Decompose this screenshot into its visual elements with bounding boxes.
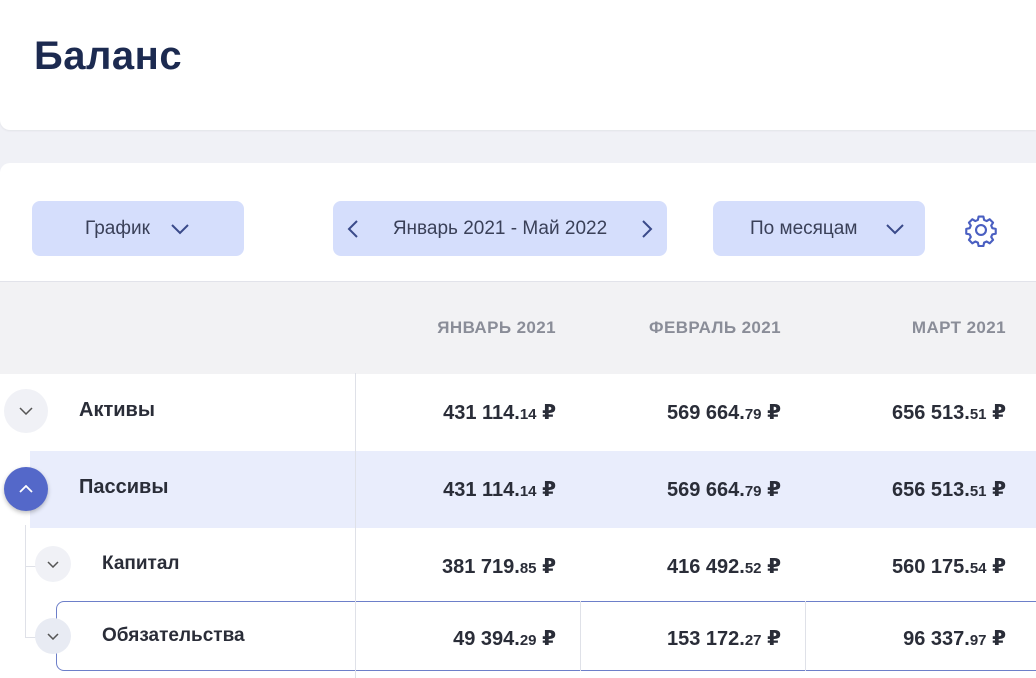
table-cell: 431 114.14 ₽ [443,479,556,501]
column-divider [355,373,356,678]
chevron-down-icon[interactable] [35,618,71,654]
row-label: Капитал [102,553,180,574]
table-cell: 96 337.97 ₽ [903,628,1006,650]
table-cell: 656 513.51 ₽ [891,402,1006,424]
row-label: Обязательства [102,625,245,646]
chevron-down-icon [885,223,905,235]
chevron-down-icon[interactable] [35,546,71,582]
column-header: ЯНВАРЬ 2021 [437,318,556,337]
gear-icon[interactable] [964,213,998,248]
chevron-right-icon[interactable] [641,219,653,239]
table-row-liabilities[interactable]: Пассивы 431 114.14 ₽ 569 664.79 ₽ 656 51… [30,451,1036,528]
table-cell: 416 492.52 ₽ [666,556,781,578]
chevron-down-icon[interactable] [4,389,48,433]
toolbar: График Январь 2021 - Май 2022 По месяцам [0,163,1036,281]
table-cell: 569 664.79 ₽ [666,479,781,501]
column-header: МАРТ 2021 [911,318,1006,337]
chevron-up-icon[interactable] [4,467,48,511]
table-row-equity[interactable]: Капитал 381 719.85 ₽ 416 492.52 ₽ 560 17… [0,528,1036,600]
table-cell: 153 172.27 ₽ [666,628,781,650]
table-row-obligations-content: Обязательства 49 394.29 ₽ 153 172.27 ₽ 9… [0,601,1036,671]
table-cell: 569 664.79 ₽ [666,402,781,424]
column-divider [580,601,581,671]
balance-panel: График Январь 2021 - Май 2022 По месяцам [0,163,1036,678]
table-header: ЯНВАРЬ 2021 ФЕВРАЛЬ 2021 МАРТ 2021 [0,281,1036,374]
row-label: Пассивы [79,476,169,498]
period-dropdown[interactable]: По месяцам [713,201,925,256]
table-cell: 49 394.29 ₽ [453,628,556,650]
chevron-left-icon[interactable] [347,219,359,239]
page-header: Баланс [0,0,1036,130]
column-divider [805,601,806,671]
date-range-selector: Январь 2021 - Май 2022 [333,201,667,256]
page-title: Баланс [34,34,183,78]
table-row-assets[interactable]: Активы 431 114.14 ₽ 569 664.79 ₽ 656 513… [0,373,1036,451]
chevron-down-icon [170,223,190,235]
table-cell: 381 719.85 ₽ [441,556,556,578]
chart-type-label: График [85,217,150,239]
column-header: ФЕВРАЛЬ 2021 [649,318,781,337]
row-label: Активы [79,399,155,421]
chart-type-dropdown[interactable]: График [32,201,244,256]
table-cell: 656 513.51 ₽ [891,479,1006,501]
period-label: По месяцам [750,217,858,239]
table-cell: 431 114.14 ₽ [443,402,556,424]
table-cell: 560 175.54 ₽ [891,556,1006,578]
date-range-label[interactable]: Январь 2021 - Май 2022 [393,218,607,240]
